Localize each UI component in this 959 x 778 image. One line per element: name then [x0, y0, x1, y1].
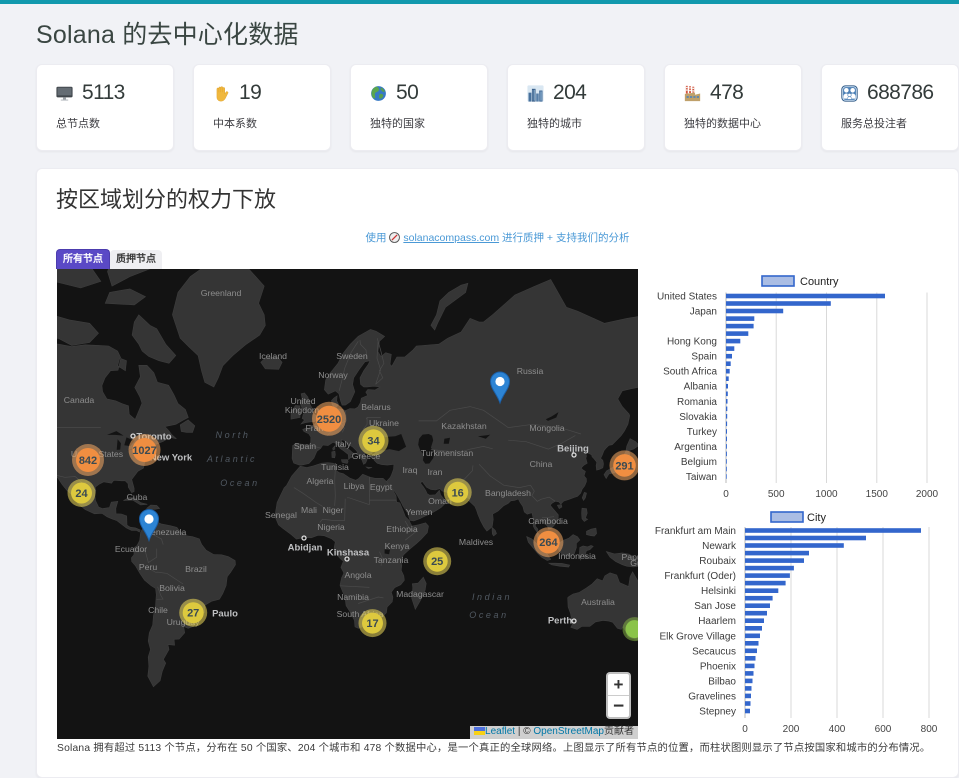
svg-text:Frankfurt (Oder): Frankfurt (Oder) [664, 571, 736, 582]
svg-text:Hong Kong: Hong Kong [667, 337, 717, 348]
svg-text:Ethiopia: Ethiopia [386, 524, 418, 534]
svg-text:2000: 2000 [916, 489, 939, 500]
svg-text:Romania: Romania [677, 397, 717, 408]
svg-text:Indian: Indian [472, 592, 512, 602]
svg-text:25: 25 [431, 556, 443, 568]
svg-text:17: 17 [366, 618, 378, 630]
svg-text:Indonesia: Indonesia [558, 551, 596, 561]
svg-text:Haarlem: Haarlem [698, 616, 736, 627]
svg-text:Iraq: Iraq [403, 465, 418, 475]
svg-text:Secaucus: Secaucus [692, 646, 736, 657]
svg-text:Roubaix: Roubaix [699, 556, 736, 567]
svg-text:Kenya: Kenya [385, 541, 410, 551]
svg-text:Elk Grove Village: Elk Grove Village [659, 631, 736, 642]
svg-text:Niger: Niger [323, 505, 344, 515]
svg-text:600: 600 [875, 724, 892, 735]
svg-text:Mongolia: Mongolia [529, 423, 564, 433]
svg-text:Slovakia: Slovakia [679, 412, 717, 423]
svg-text:Belgium: Belgium [681, 457, 717, 468]
svg-text:Belarus: Belarus [361, 402, 391, 412]
svg-text:Namibia: Namibia [337, 592, 369, 602]
svg-text:Bangladesh: Bangladesh [485, 488, 531, 498]
svg-text:Cuba: Cuba [127, 492, 148, 502]
svg-text:Newark: Newark [702, 541, 737, 552]
svg-text:Tunisia: Tunisia [321, 462, 349, 472]
svg-text:Albania: Albania [684, 382, 718, 393]
svg-text:Gui: Gui [630, 558, 638, 568]
svg-text:North: North [215, 430, 250, 440]
svg-text:200: 200 [783, 724, 800, 735]
svg-text:24: 24 [75, 488, 88, 500]
svg-text:Turkmenistan: Turkmenistan [421, 448, 473, 458]
svg-text:400: 400 [829, 724, 846, 735]
svg-text:Peru: Peru [139, 562, 158, 572]
svg-text:16: 16 [452, 487, 464, 499]
svg-text:Greenland: Greenland [201, 288, 242, 298]
svg-text:Angola: Angola [344, 570, 371, 580]
svg-text:Tanzania: Tanzania [374, 555, 409, 565]
svg-text:Madagascar: Madagascar [396, 589, 444, 599]
svg-text:Canada: Canada [64, 395, 95, 405]
svg-text:Cambodia: Cambodia [528, 516, 568, 526]
svg-text:Atlantic: Atlantic [206, 454, 257, 464]
svg-text:Sweden: Sweden [336, 351, 368, 361]
svg-text:2520: 2520 [317, 414, 341, 426]
svg-text:1500: 1500 [866, 489, 889, 500]
svg-text:Libya: Libya [344, 481, 365, 491]
svg-text:Yemen: Yemen [406, 507, 433, 517]
svg-text:1027: 1027 [132, 445, 156, 457]
svg-text:United States: United States [657, 292, 717, 303]
svg-text:Australia: Australia [581, 597, 615, 607]
svg-text:Iran: Iran [428, 467, 443, 477]
svg-text:Nigeria: Nigeria [317, 522, 345, 532]
svg-text:Abidjan: Abidjan [288, 543, 323, 554]
svg-text:Frankfurt am Main: Frankfurt am Main [655, 526, 736, 537]
svg-text:264: 264 [539, 537, 558, 549]
svg-text:Ocean: Ocean [469, 610, 509, 620]
svg-text:Bolivia: Bolivia [159, 583, 185, 593]
svg-text:500: 500 [768, 489, 785, 500]
svg-text:Egypt: Egypt [370, 482, 393, 492]
svg-text:China: China [530, 459, 553, 469]
svg-text:Kazakhstan: Kazakhstan [441, 421, 487, 431]
svg-text:Senegal: Senegal [265, 510, 297, 520]
svg-text:Italy: Italy [335, 439, 352, 449]
svg-text:800: 800 [921, 724, 938, 735]
svg-text:Algeria: Algeria [306, 476, 333, 486]
svg-text:Turkey: Turkey [687, 427, 717, 438]
svg-text:Chile: Chile [148, 605, 168, 615]
svg-text:Ecuador: Ecuador [115, 544, 147, 554]
svg-text:291: 291 [615, 460, 633, 472]
svg-text:34: 34 [367, 436, 380, 448]
svg-text:Bilbao: Bilbao [708, 676, 736, 687]
svg-text:842: 842 [79, 455, 97, 467]
svg-text:City: City [807, 512, 826, 524]
svg-text:Perth: Perth [548, 616, 572, 627]
svg-text:Taiwan: Taiwan [686, 472, 717, 483]
svg-text:0: 0 [723, 489, 729, 500]
svg-text:Iceland: Iceland [259, 351, 287, 361]
svg-text:Brazil: Brazil [185, 564, 207, 574]
svg-text:Maldives: Maldives [459, 537, 494, 547]
svg-text:Paulo: Paulo [212, 609, 238, 620]
svg-text:0: 0 [742, 724, 748, 735]
svg-text:Norway: Norway [318, 370, 348, 380]
svg-text:Country: Country [800, 276, 839, 288]
svg-text:Argentina: Argentina [674, 442, 717, 453]
svg-text:1000: 1000 [815, 489, 838, 500]
svg-text:Ocean: Ocean [220, 478, 260, 488]
svg-text:Phoenix: Phoenix [700, 661, 736, 672]
svg-text:South Africa: South Africa [663, 367, 717, 378]
svg-text:Stepney: Stepney [699, 707, 736, 718]
svg-text:Spain: Spain [691, 352, 717, 363]
svg-text:Gravelines: Gravelines [688, 691, 736, 702]
svg-text:Helsinki: Helsinki [701, 586, 736, 597]
svg-text:Mali: Mali [301, 505, 317, 515]
svg-text:Japan: Japan [690, 307, 717, 318]
svg-text:27: 27 [187, 608, 199, 620]
svg-text:Russia: Russia [517, 366, 544, 376]
svg-text:San Jose: San Jose [694, 601, 736, 612]
svg-text:Spain: Spain [294, 441, 316, 451]
